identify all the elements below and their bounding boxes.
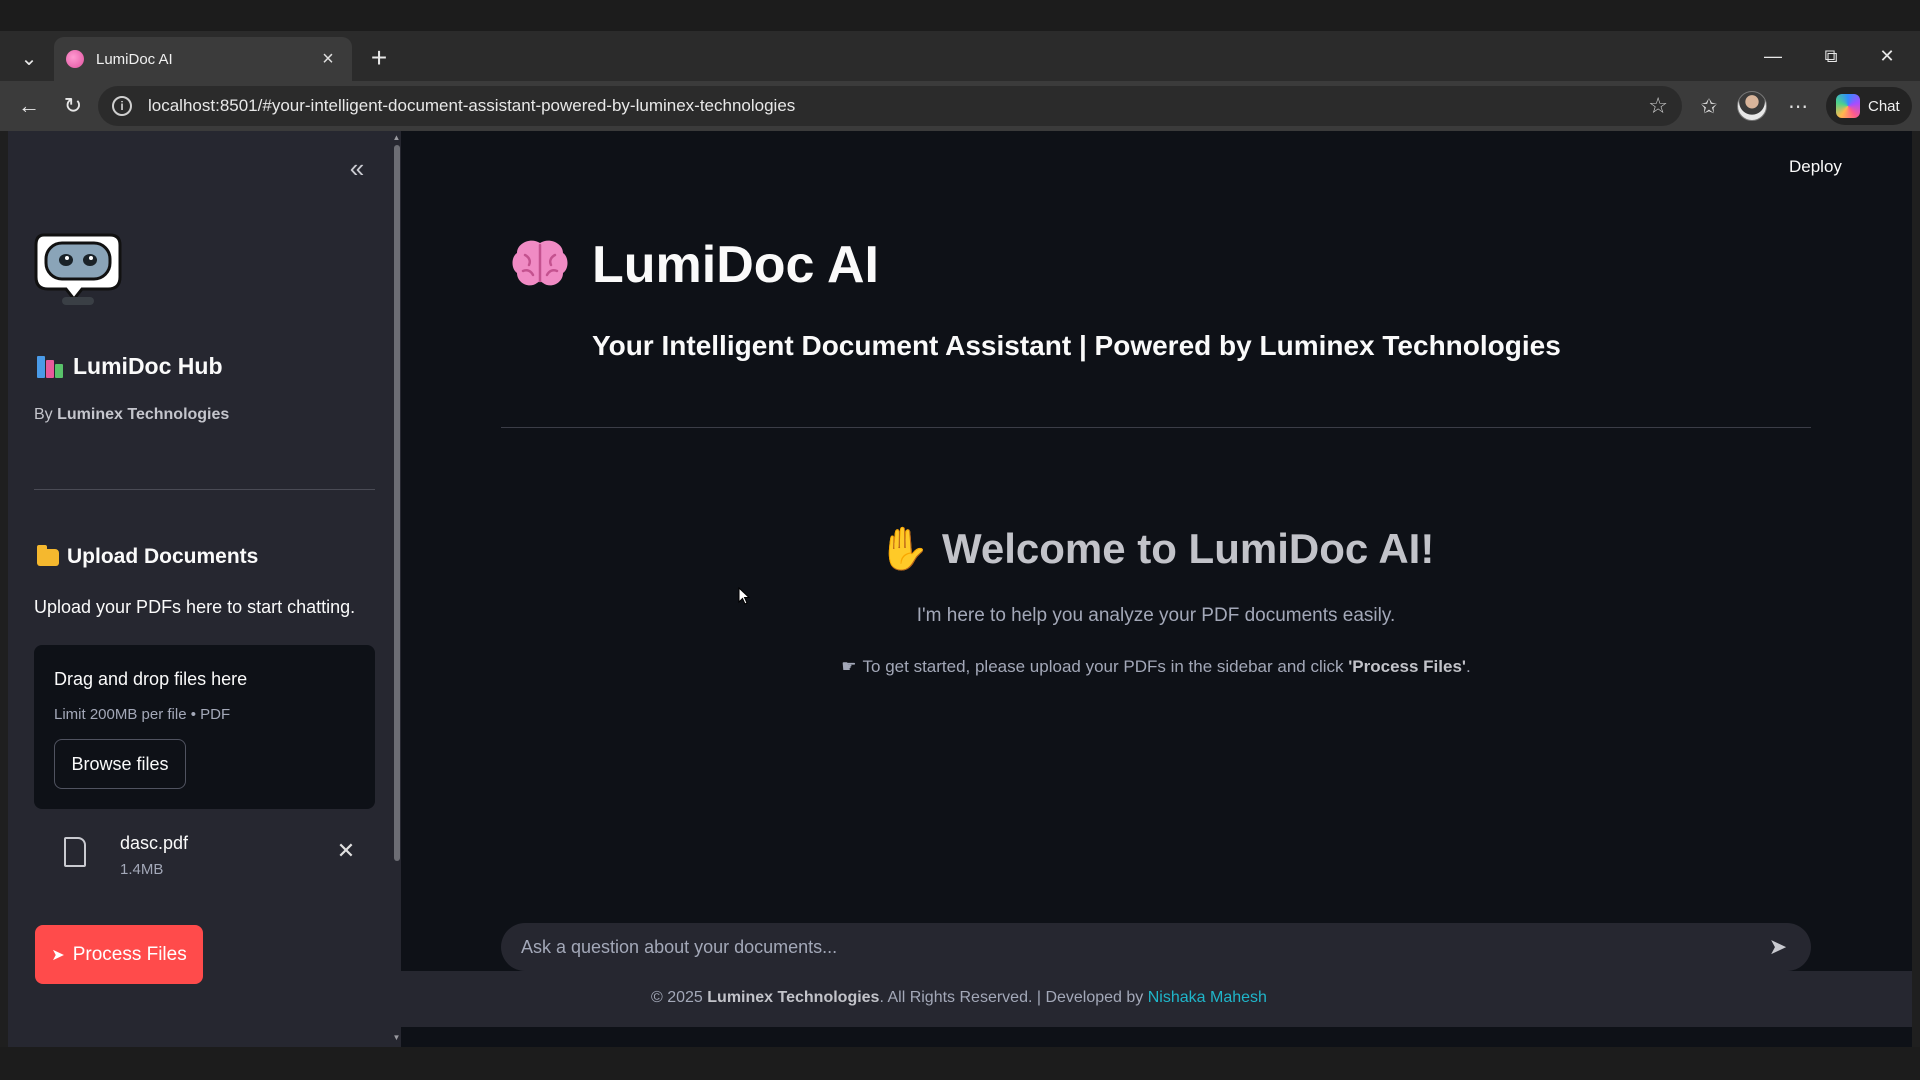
sidebar-scrollbar[interactable]: ▲ ▼ <box>392 131 401 1047</box>
file-icon <box>64 837 86 867</box>
brain-icon <box>512 240 568 286</box>
upload-description: Upload your PDFs here to start chatting. <box>34 597 356 617</box>
collapse-sidebar-icon[interactable]: « <box>342 153 372 183</box>
upload-title: Upload Documents <box>37 544 259 569</box>
tab-title: LumiDoc AI <box>96 50 173 68</box>
tab-search-chevron-icon[interactable]: ⌄ <box>10 39 48 77</box>
screen: ⌄ LumiDoc AI × + — ⧉ ✕ ← ↻ i localhost:8… <box>0 0 1920 1080</box>
getting-started-line: ☛ To get started, please upload your PDFs… <box>501 657 1811 677</box>
welcome-description: I'm here to help you analyze your PDF do… <box>916 605 1396 626</box>
more-menu-icon[interactable]: ⋯ <box>1781 89 1815 123</box>
books-icon <box>37 355 63 378</box>
main-content: Deploy LumiDoc AI Your Intelligent Docum… <box>401 131 1912 1047</box>
file-dropzone[interactable]: Drag and drop files here Limit 200MB per… <box>34 645 375 809</box>
browser-toolbar: ← ↻ i localhost:8501/#your-intelligent-d… <box>0 81 1920 131</box>
robot-logo-icon <box>34 233 122 305</box>
close-window-icon[interactable]: ✕ <box>1862 37 1912 75</box>
footer-company: Luminex Technologies <box>707 989 880 1006</box>
copilot-icon <box>1836 94 1860 118</box>
sidebar: « LumiDoc Hub By Luminex Technologies Up… <box>8 131 401 1047</box>
new-tab-icon[interactable]: + <box>362 41 396 75</box>
dropzone-limit: Limit 200MB per file • PDF <box>54 706 231 723</box>
deploy-button[interactable]: Deploy <box>1789 157 1842 177</box>
sidebar-divider <box>34 489 375 490</box>
main-divider <box>501 427 1811 428</box>
upload-title-text: Upload Documents <box>67 545 259 568</box>
browser-tab[interactable]: LumiDoc AI × <box>54 37 352 81</box>
start-bold: 'Process Files' <box>1348 657 1466 676</box>
profile-avatar[interactable] <box>1737 91 1767 121</box>
footer-text: © 2025 Luminex Technologies. All Rights … <box>651 989 1267 1007</box>
copilot-chat-button[interactable]: Chat <box>1826 87 1912 125</box>
scroll-down-icon[interactable]: ▼ <box>392 1033 401 1042</box>
by-prefix: By <box>34 406 58 423</box>
process-files-label: Process Files <box>72 943 187 965</box>
browser-tab-strip: ⌄ LumiDoc AI × + — ⧉ ✕ <box>0 31 1920 81</box>
pointing-hand-icon: ☛ <box>841 657 857 676</box>
hub-title-text: LumiDoc Hub <box>73 353 223 379</box>
tab-close-icon[interactable]: × <box>316 48 340 71</box>
back-icon[interactable]: ← <box>11 88 47 124</box>
chat-input[interactable] <box>521 936 1765 958</box>
file-name: dasc.pdf <box>120 833 189 853</box>
app-viewport: « LumiDoc Hub By Luminex Technologies Up… <box>8 131 1912 1047</box>
welcome-heading: ✋ Welcome to LumiDoc AI! <box>501 525 1811 574</box>
process-files-button[interactable]: ➤ Process Files <box>35 925 203 984</box>
footer: © 2025 Luminex Technologies. All Rights … <box>401 971 1912 1027</box>
uploaded-file-row: dasc.pdf 1.4MB ✕ <box>34 825 375 889</box>
top-bezel <box>0 0 1920 31</box>
favorites-icon[interactable]: ✩ <box>1692 89 1726 123</box>
page-title: LumiDoc AI <box>592 236 879 294</box>
welcome-text: Welcome to LumiDoc AI! <box>941 525 1435 572</box>
browse-files-button[interactable]: Browse files <box>54 739 186 789</box>
start-prefix: To get started, please upload your PDFs … <box>862 657 1349 676</box>
url-text[interactable]: localhost:8501/#your-intelligent-documen… <box>148 96 1648 116</box>
brain-favicon-icon <box>66 50 84 68</box>
send-icon[interactable]: ➤ <box>1765 934 1791 959</box>
minimize-icon[interactable]: — <box>1748 37 1798 75</box>
scroll-up-icon[interactable]: ▲ <box>392 133 401 142</box>
rocket-icon: ➤ <box>51 946 65 964</box>
mouse-cursor-icon <box>738 587 750 605</box>
waving-hand-icon: ✋ <box>877 525 930 572</box>
by-company: Luminex Technologies <box>57 406 230 423</box>
remove-file-icon[interactable]: ✕ <box>332 837 360 865</box>
by-line: By Luminex Technologies <box>34 406 229 424</box>
site-info-icon[interactable]: i <box>112 96 132 116</box>
chat-input-container: ➤ <box>501 923 1811 971</box>
address-bar[interactable]: i localhost:8501/#your-intelligent-docum… <box>98 86 1682 126</box>
restore-icon[interactable]: ⧉ <box>1806 37 1856 75</box>
footer-middle: . All Rights Reserved. | Developed by <box>879 989 1148 1006</box>
bottom-bezel <box>0 1047 1920 1080</box>
hub-title: LumiDoc Hub <box>37 353 223 380</box>
folder-icon <box>37 544 59 566</box>
file-size: 1.4MB <box>120 861 164 878</box>
start-suffix: . <box>1465 657 1471 676</box>
reload-icon[interactable]: ↻ <box>55 88 91 124</box>
developer-link[interactable]: Nishaka Mahesh <box>1148 989 1267 1006</box>
dropzone-title: Drag and drop files here <box>54 669 248 689</box>
footer-prefix: © 2025 <box>651 989 708 1006</box>
bookmark-star-icon[interactable]: ☆ <box>1648 93 1668 119</box>
page-subtitle: Your Intelligent Document Assistant | Po… <box>592 330 1561 361</box>
chat-label: Chat <box>1868 97 1900 115</box>
sidebar-scroll-thumb[interactable] <box>394 145 400 861</box>
